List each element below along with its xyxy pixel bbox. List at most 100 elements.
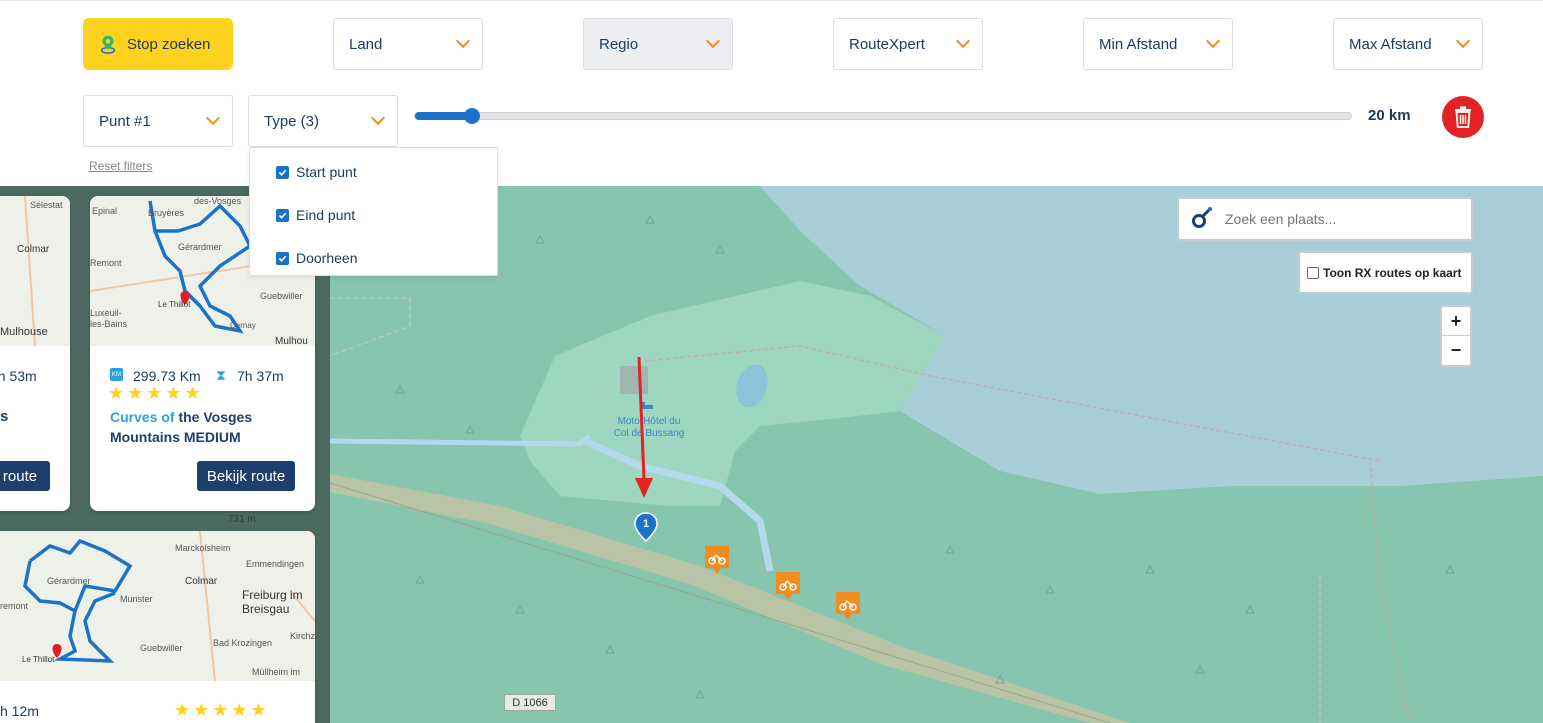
thumb-label: remont	[0, 601, 29, 611]
type-dropdown-menu: Start punt Eind punt Doorheen	[249, 147, 498, 276]
country-label: Land	[349, 35, 383, 53]
checkbox-checked-icon[interactable]	[276, 165, 289, 179]
route-title[interactable]: Curves of the Vosges Mountains MEDIUM	[110, 407, 300, 447]
thumb-label: Marckolsheim	[175, 543, 231, 553]
view-route-button[interactable]: Bekijk route	[197, 461, 295, 491]
type-dropdown[interactable]: Type (3)	[248, 95, 398, 147]
location-pin-icon	[100, 35, 116, 54]
route-duration: 7h 37m	[237, 368, 284, 384]
moto-hotel-marker[interactable]	[703, 544, 731, 576]
rx-routes-label: Toon RX routes op kaart	[1323, 265, 1462, 280]
search-icon	[1192, 207, 1212, 228]
checkbox-unchecked-icon[interactable]	[1307, 266, 1319, 279]
thumb-label: des-Vosges	[194, 196, 242, 206]
zoom-in-button[interactable]: +	[1442, 307, 1470, 336]
chevron-down-icon	[1205, 33, 1221, 49]
rating-stars: ★★★★★	[108, 383, 204, 403]
place-search[interactable]	[1177, 197, 1473, 241]
route-title-highlight: Curves of	[110, 409, 175, 425]
thumb-label: Le Thillot	[158, 300, 191, 309]
type-option-end[interactable]: Eind punt	[276, 207, 355, 223]
thumb-label: Le Thillot	[22, 655, 55, 664]
thumb-label: Guebwiller	[260, 291, 303, 301]
thumb-label: Müllheim im	[252, 667, 301, 677]
delete-button[interactable]	[1442, 96, 1484, 138]
type-label: Type (3)	[264, 112, 320, 130]
reset-filters-link[interactable]: Reset filters	[89, 159, 152, 173]
slider-thumb[interactable]	[464, 108, 480, 124]
thumb-label: Emmendingen	[246, 559, 305, 569]
thumb-label: Remont	[90, 258, 122, 268]
red-arrow-annotation	[635, 356, 653, 498]
route-title-fragment: s	[0, 408, 9, 425]
min-distance-dropdown[interactable]: Min Afstand	[1083, 18, 1233, 70]
view-route-label: Bekijk route	[206, 467, 286, 485]
thumb-label: Freiburg im Breisgau	[242, 588, 303, 616]
zoom-out-button[interactable]: −	[1442, 336, 1470, 365]
view-route-button[interactable]: route	[0, 461, 50, 491]
route-card[interactable]: Sélestat Colmar Mulhouse 0h 53m s route	[0, 196, 70, 511]
elevation-label: 731 m	[228, 514, 256, 525]
thumb-label: Bad Krozingen	[213, 638, 273, 648]
type-option-label: Start punt	[296, 164, 357, 180]
route-distance: 299.73 Km	[133, 368, 201, 384]
checkbox-checked-icon[interactable]	[276, 251, 289, 265]
zoom-control: + −	[1440, 305, 1472, 367]
place-search-input[interactable]	[1225, 211, 1445, 227]
distance-slider[interactable]	[414, 108, 1352, 124]
filter-bar: Stop zoeken Land Regio RouteXpert Min Af…	[0, 0, 1543, 186]
distance-value: 20 km	[1368, 107, 1411, 124]
view-route-label: route	[2, 467, 38, 485]
route-thumbnail: Gérardmer Munster Marckolsheim Emmending…	[0, 531, 315, 682]
moto-hotel-marker[interactable]	[834, 590, 862, 622]
hourglass-icon: ⧗	[216, 367, 226, 383]
route-card[interactable]: Gérardmer Munster Marckolsheim Emmending…	[0, 531, 315, 723]
thumb-label: Luxeuil-les-Bains	[90, 308, 128, 329]
chevron-down-icon	[1455, 33, 1471, 49]
motorcycle-icon	[836, 592, 860, 620]
distance-icon: KM	[110, 368, 123, 381]
max-distance-label: Max Afstand	[1349, 35, 1432, 53]
thumb-label: Gérardmer	[47, 576, 91, 586]
route-duration: 0h 53m	[0, 368, 37, 384]
stop-search-button[interactable]: Stop zoeken	[83, 18, 233, 70]
stop-search-label: Stop zoeken	[127, 35, 211, 53]
road-label: D 1066	[504, 694, 556, 711]
rx-routes-toggle[interactable]: Toon RX routes op kaart	[1298, 251, 1473, 294]
moto-hotel-marker[interactable]	[774, 570, 802, 602]
point-label: Punt #1	[99, 112, 151, 130]
route-point-marker[interactable]: 1	[634, 512, 658, 543]
motorcycle-icon	[705, 546, 729, 574]
rating-stars: ★★★★★	[174, 700, 270, 720]
thumb-label: Cernay	[230, 321, 256, 330]
thumb-label: Colmar	[185, 576, 218, 587]
thumb-label: Colmar	[17, 244, 50, 255]
thumb-label: Gérardmer	[178, 242, 222, 252]
routexpert-label: RouteXpert	[849, 35, 925, 53]
thumb-label: Kirchz	[290, 631, 315, 641]
chevron-down-icon	[705, 33, 721, 49]
trash-icon	[1455, 106, 1471, 128]
thumb-label: Munster	[120, 594, 153, 604]
thumb-label: Mulhouse	[0, 326, 48, 338]
thumb-label: Epinal	[92, 206, 118, 216]
thumb-label: Guebwiller	[140, 643, 183, 653]
checkbox-checked-icon[interactable]	[276, 208, 289, 222]
type-option-label: Eind punt	[296, 207, 356, 223]
type-option-through[interactable]: Doorheen	[276, 250, 358, 266]
chevron-down-icon	[455, 33, 471, 49]
motorcycle-icon	[776, 572, 800, 600]
country-dropdown[interactable]: Land	[333, 18, 483, 70]
thumb-label: Bruyères	[148, 208, 185, 218]
region-label: Regio	[599, 35, 639, 53]
region-dropdown[interactable]: Regio	[583, 18, 733, 70]
thumb-label: Mulhou	[275, 336, 308, 347]
point-dropdown[interactable]: Punt #1	[83, 95, 233, 147]
route-thumbnail: Sélestat Colmar Mulhouse	[0, 196, 70, 347]
type-option-start[interactable]: Start punt	[276, 164, 357, 180]
route-duration: h 12m	[0, 703, 39, 719]
max-distance-dropdown[interactable]: Max Afstand	[1333, 18, 1483, 70]
chevron-down-icon	[205, 110, 221, 126]
routexpert-dropdown[interactable]: RouteXpert	[833, 18, 983, 70]
chevron-down-icon	[955, 33, 971, 49]
